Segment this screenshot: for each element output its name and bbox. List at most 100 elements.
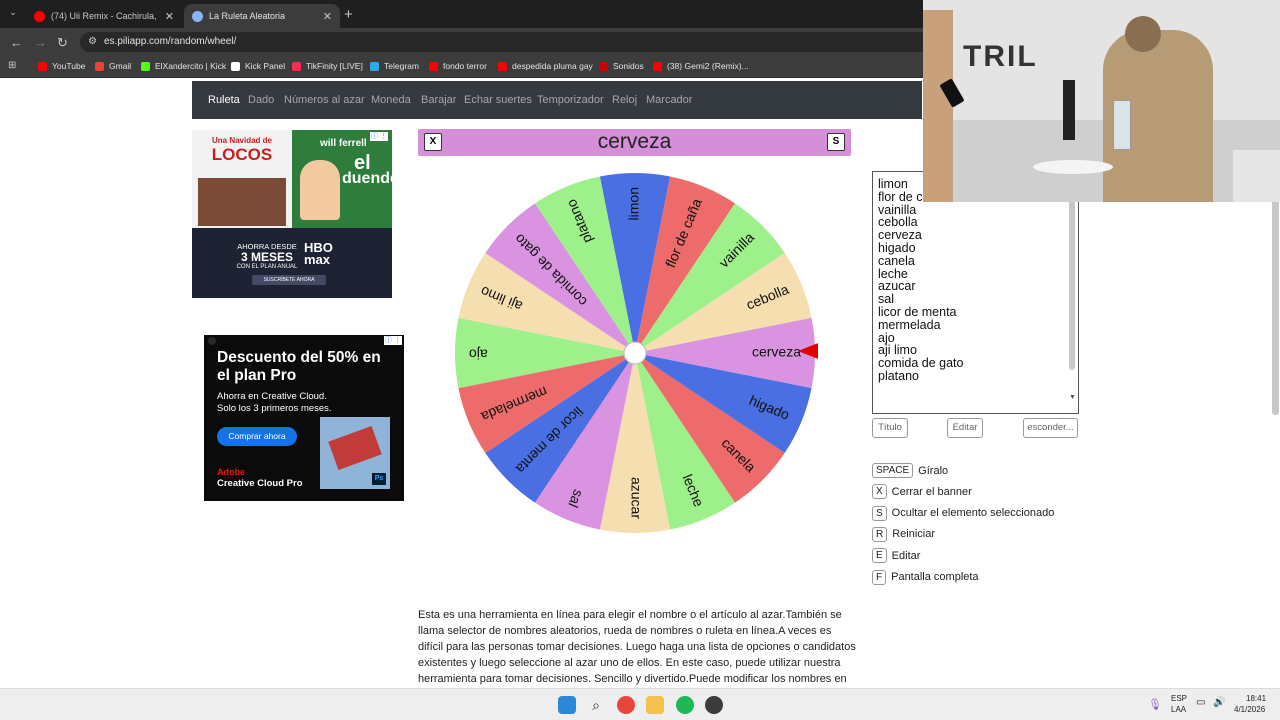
webcam-person-left xyxy=(923,10,953,202)
bookmark-item[interactable]: (38) Gemi2 (Remix)... xyxy=(653,61,749,71)
hide-button[interactable]: esconder... xyxy=(1023,418,1078,438)
chrome-icon[interactable] xyxy=(617,696,635,714)
clock-time[interactable]: 18:41 xyxy=(1246,694,1266,703)
nav-link[interactable]: Marcador xyxy=(646,94,692,106)
nav-link[interactable]: Números al azar xyxy=(284,94,365,106)
nav-link[interactable]: Dado xyxy=(248,94,274,106)
tab-search-icon[interactable]: ⌄ xyxy=(6,7,20,21)
volume-icon[interactable]: 🔊 xyxy=(1213,697,1225,708)
bookmark-item[interactable]: despedida pluma gay xyxy=(498,61,593,71)
bookmark-item[interactable]: ElXandercito | Kick xyxy=(141,61,226,71)
shortcut-key[interactable]: X xyxy=(872,484,887,500)
apps-grid-icon[interactable]: ⊞ xyxy=(8,60,16,71)
ad-buy-button[interactable]: Comprar ahora xyxy=(217,427,297,446)
bookmark-icon xyxy=(38,61,47,71)
bookmark-label: Gmail xyxy=(109,61,132,71)
shortcut-row: E Editar xyxy=(872,548,921,564)
forward-icon[interactable]: → xyxy=(34,35,47,50)
reload-icon[interactable]: ↻ xyxy=(57,35,68,51)
nav-link[interactable]: Ruleta xyxy=(208,94,240,106)
url-text: es.piliapp.com/random/wheel/ xyxy=(104,36,237,47)
shortcut-label: Editar xyxy=(891,549,921,562)
tab-youtube[interactable]: (74) Uii Remix - Cachirula, Looji ✕ xyxy=(26,4,182,28)
bookmark-icon xyxy=(429,61,438,71)
shortcut-key[interactable]: E xyxy=(872,548,887,564)
nav-link[interactable]: Echar suertes xyxy=(464,94,532,106)
ad-movie-title-1: Una Navidad de xyxy=(211,136,272,145)
movie-poster-image xyxy=(198,178,286,226)
shortcut-key[interactable]: R xyxy=(872,526,888,542)
spotify-icon[interactable] xyxy=(676,696,694,714)
tab-ruleta[interactable]: La Ruleta Aleatoria ✕ xyxy=(184,4,340,28)
ad-subscribe-button[interactable]: SUSCRÍBETE AHORA xyxy=(252,275,326,285)
hide-selected-button[interactable]: S xyxy=(827,133,845,151)
back-icon[interactable]: ← xyxy=(10,35,23,50)
shortcut-row: SPACE Gíralo xyxy=(872,463,948,478)
webcam-fan xyxy=(1233,150,1280,202)
spin-wheel[interactable]: limon flor de caña vainillacebollacervezah… xyxy=(452,170,818,536)
bookmark-item[interactable]: Gmail xyxy=(95,61,131,71)
bookmark-item[interactable]: YouTube xyxy=(38,61,85,71)
actor-face xyxy=(300,160,340,220)
edit-button[interactable]: Editar xyxy=(947,418,983,438)
textarea-line: mermelada xyxy=(878,317,941,332)
bookmark-label: despedida pluma gay xyxy=(512,61,593,71)
nav-link[interactable]: Reloj xyxy=(612,94,637,106)
obs-icon[interactable] xyxy=(705,696,723,714)
site-info-icon[interactable]: ⚙ xyxy=(88,32,97,52)
shortcut-key[interactable]: S xyxy=(872,505,887,521)
adchoices-icon[interactable]: ⓘ ⋮ xyxy=(384,336,402,345)
nav-link[interactable]: Barajar xyxy=(421,94,456,106)
movie-poster-locos: Una Navidad de LOCOS xyxy=(192,130,292,228)
shortcut-label: Cerrar el banner xyxy=(891,485,972,498)
selected-item-text: cerveza xyxy=(597,130,672,153)
wheel-center-hub[interactable] xyxy=(623,341,647,365)
bookmark-item[interactable]: Telegram xyxy=(370,61,419,71)
textarea-scrollbar[interactable] xyxy=(1069,195,1075,370)
bookmark-label: fondo terror xyxy=(443,61,487,71)
file-explorer-icon[interactable] xyxy=(646,696,664,714)
shortcut-label: Reiniciar xyxy=(892,528,936,541)
close-tab-icon[interactable]: ✕ xyxy=(165,10,174,23)
ad-artwork-shape xyxy=(328,426,382,470)
bookmark-icon xyxy=(370,61,379,71)
options-textarea[interactable]: limon flor de caña vainilla cebolla cerveza h… xyxy=(872,171,1079,414)
bookmark-item[interactable]: fondo terror xyxy=(429,61,487,71)
nav-link[interactable]: Moneda xyxy=(371,94,411,106)
close-banner-button[interactable]: X xyxy=(424,133,442,151)
language-indicator[interactable]: ESP xyxy=(1171,694,1187,703)
ad-movie2-title-2: duende xyxy=(342,170,392,187)
address-bar[interactable]: ⚙ es.piliapp.com/random/wheel/ xyxy=(80,32,930,52)
network-icon[interactable]: ▭ xyxy=(1196,697,1205,708)
shortcut-row: R Reiniciar xyxy=(872,526,936,542)
ad-adobe[interactable]: ⓘ ⋮ Descuento del 50% en el plan Pro Aho… xyxy=(204,335,404,501)
shortcut-row: X Cerrar el banner xyxy=(872,484,972,500)
scroll-down-icon[interactable]: ▼ xyxy=(1069,394,1076,401)
shortcut-key[interactable]: SPACE xyxy=(872,463,914,478)
search-icon[interactable]: ⌕ xyxy=(587,696,605,714)
close-tab-icon[interactable]: ✕ xyxy=(323,10,332,23)
adchoices-icon[interactable]: ⓘ ⋮ xyxy=(370,132,388,141)
clock-date[interactable]: 4/1/2026 xyxy=(1234,705,1265,714)
ad-hbo-max[interactable]: Una Navidad de LOCOS will ferrell el due… xyxy=(192,130,392,298)
bookmark-item[interactable]: TikFinity [LIVE] xyxy=(292,61,363,71)
microphone-icon[interactable]: 🎙 xyxy=(1148,698,1162,711)
windows-start-icon[interactable] xyxy=(558,696,576,714)
bookmark-item[interactable]: Sonidos xyxy=(599,61,644,71)
new-tab-icon[interactable]: + xyxy=(344,6,353,23)
textarea-line: platano xyxy=(878,368,920,383)
bookmark-icon xyxy=(231,61,240,71)
adobe-logo: Adobe xyxy=(217,467,245,477)
bookmark-label: TikFinity [LIVE] xyxy=(306,61,363,71)
title-button[interactable]: Título xyxy=(872,418,908,438)
wheel-segment-label: ajo xyxy=(469,346,488,362)
shortcut-row: S Ocultar el elemento seleccionado xyxy=(872,505,1054,521)
ad-brand: Creative Cloud Pro xyxy=(217,478,303,489)
ad-headline: Descuento del 50% en el plan Pro xyxy=(217,349,381,384)
bookmark-icon xyxy=(95,61,104,71)
bookmark-icon xyxy=(141,61,150,71)
nav-link[interactable]: Temporizador xyxy=(537,94,604,106)
shortcut-key[interactable]: F xyxy=(872,569,887,585)
bookmark-item[interactable]: Kick Panel xyxy=(231,61,285,71)
keyboard-layout[interactable]: LAA xyxy=(1171,705,1186,714)
